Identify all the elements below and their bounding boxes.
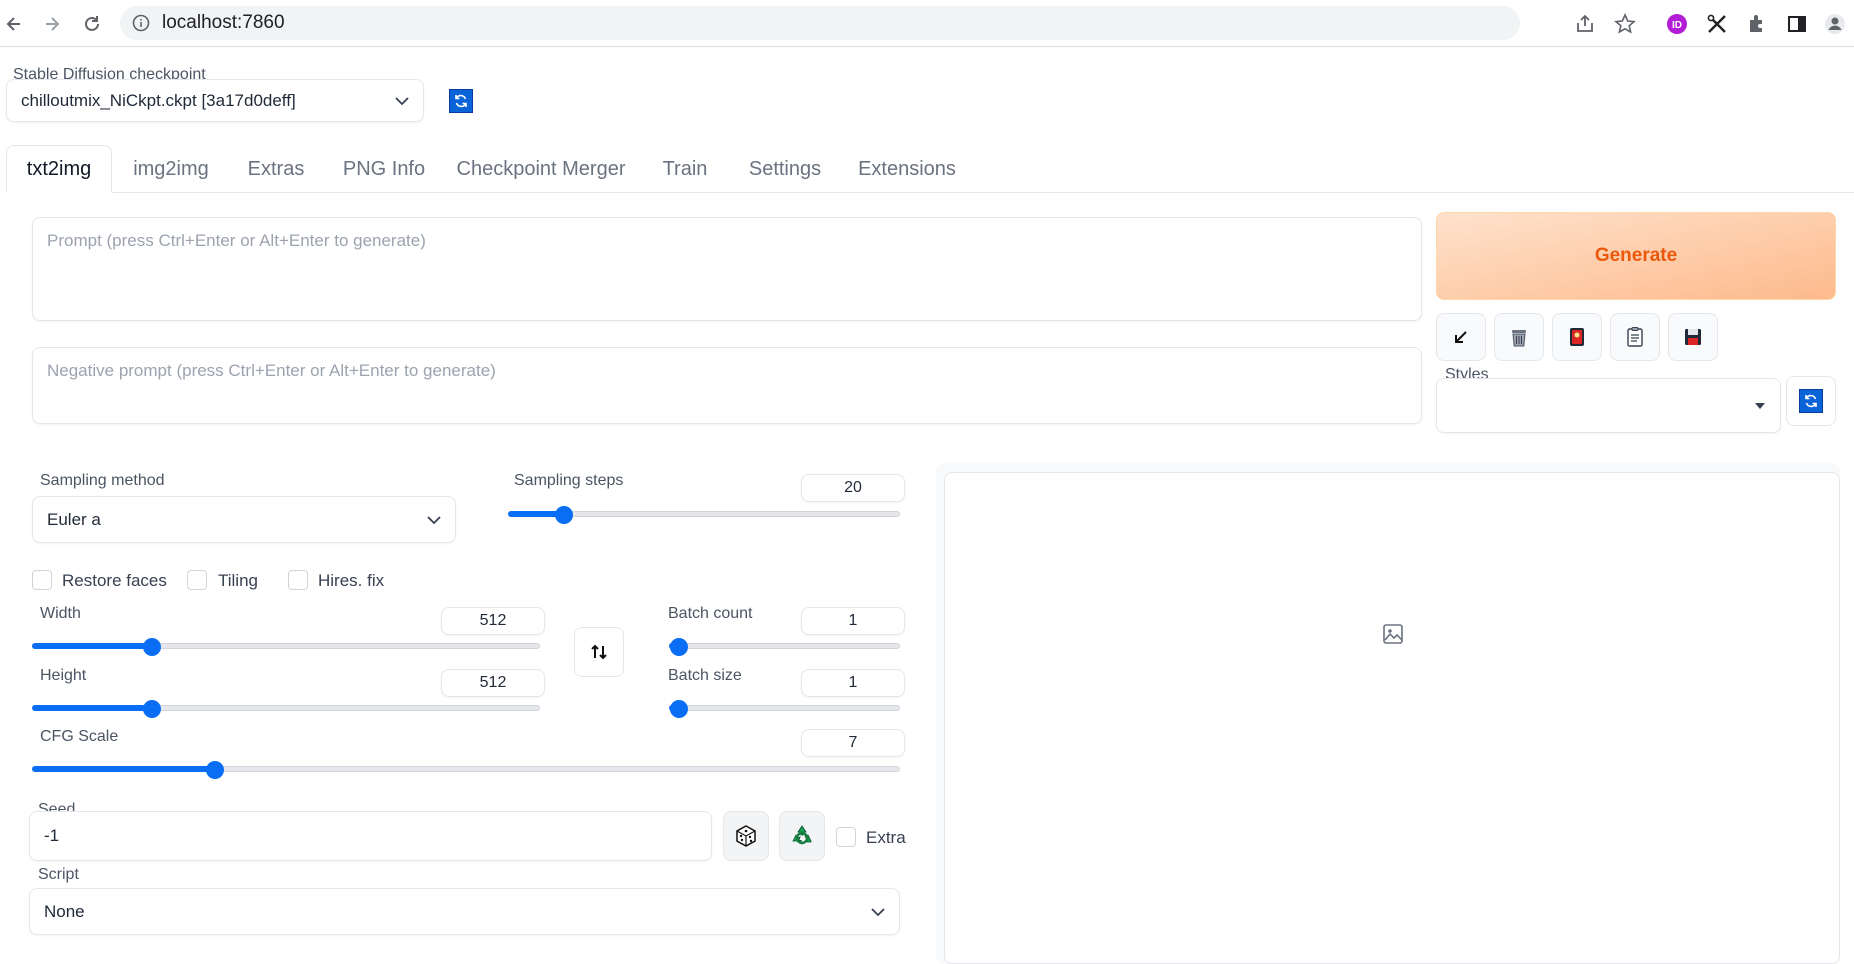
share-icon[interactable] (1572, 11, 1598, 37)
forward-icon[interactable] (38, 10, 66, 38)
chevron-down-icon (395, 96, 409, 105)
sampling-steps-slider[interactable] (508, 506, 900, 524)
profile-icon[interactable] (1822, 11, 1848, 37)
arrow-down-left-icon (1455, 331, 1467, 343)
negative-prompt-textarea[interactable]: Negative prompt (press Ctrl+Enter or Alt… (32, 347, 1422, 424)
swap-dimensions-button[interactable] (574, 627, 624, 677)
refresh-icon (455, 94, 467, 108)
scissors-icon[interactable] (1704, 11, 1730, 37)
generate-button[interactable]: Generate (1436, 212, 1836, 300)
slider-fill (32, 705, 152, 711)
seed-value: -1 (44, 826, 60, 845)
side-panel-icon[interactable] (1784, 11, 1810, 37)
hires-fix-label: Hires. fix (318, 571, 385, 590)
width-input[interactable]: 512 (441, 607, 545, 635)
url-text[interactable]: localhost:7860 (162, 12, 285, 34)
tab-extensions[interactable]: Extensions (852, 145, 962, 193)
slider-thumb[interactable] (143, 700, 162, 718)
prompt-textarea[interactable]: Prompt (press Ctrl+Enter or Alt+Enter to… (32, 217, 1422, 321)
tiling-checkbox[interactable] (187, 570, 207, 590)
slider-thumb[interactable] (143, 638, 162, 656)
clear-prompt-button[interactable] (1494, 313, 1544, 361)
tiling-label: Tiling (218, 571, 258, 590)
seed-input[interactable]: -1 (29, 811, 712, 861)
height-label: Height (40, 667, 87, 684)
script-dropdown[interactable]: None (29, 888, 900, 935)
height-slider[interactable] (32, 700, 540, 718)
apply-style-button[interactable] (1610, 313, 1660, 361)
back-icon[interactable] (0, 10, 28, 38)
batch-size-slider[interactable] (669, 700, 900, 718)
batch-size-label: Batch size (668, 667, 742, 684)
recycle-icon (792, 825, 812, 845)
checkpoint-value: chilloutmix_NiCkpt.ckpt [3a17d0deff] (21, 90, 296, 110)
tab-settings[interactable]: Settings (740, 145, 830, 193)
refresh-checkpoint-button[interactable] (449, 89, 473, 113)
show-extra-networks-button[interactable] (1552, 313, 1602, 361)
random-seed-button[interactable] (723, 811, 769, 861)
address-bar[interactable] (120, 6, 1520, 40)
image-placeholder-icon (1383, 624, 1403, 644)
info-icon[interactable] (132, 14, 150, 37)
save-style-button[interactable] (1668, 313, 1718, 361)
extra-seed-label: Extra (866, 828, 906, 847)
swap-arrows-icon (591, 644, 607, 660)
tab-checkpoint-merger[interactable]: Checkpoint Merger (452, 145, 630, 193)
width-label: Width (40, 605, 81, 622)
restore-faces-checkbox[interactable] (32, 570, 52, 590)
cfg-scale-slider[interactable] (32, 761, 900, 779)
reload-icon[interactable] (78, 10, 106, 38)
extension-purple-icon[interactable]: ID (1664, 11, 1690, 37)
reuse-seed-button[interactable] (779, 811, 825, 861)
batch-count-input[interactable]: 1 (801, 607, 905, 635)
refresh-styles-button[interactable] (1786, 376, 1836, 426)
chevron-down-icon (871, 907, 885, 916)
cfg-scale-input[interactable]: 7 (801, 729, 905, 757)
red-card-icon (1570, 328, 1584, 346)
sampling-steps-input[interactable]: 20 (801, 474, 905, 502)
slider-thumb[interactable] (670, 638, 688, 656)
output-image-area (944, 472, 1840, 964)
hires-fix-checkbox[interactable] (288, 570, 308, 590)
tab-img2img[interactable]: img2img (118, 145, 224, 193)
script-value: None (44, 901, 85, 921)
slider-thumb[interactable] (554, 506, 573, 524)
sampling-method-dropdown[interactable]: Euler a (32, 496, 456, 543)
floppy-disk-icon (1685, 329, 1701, 345)
batch-count-slider[interactable] (669, 638, 900, 656)
restore-faces-label: Restore faces (62, 571, 167, 590)
slider-fill (32, 643, 152, 649)
svg-text:ID: ID (1672, 20, 1682, 31)
styles-dropdown[interactable] (1436, 378, 1781, 433)
extra-seed-checkbox[interactable] (836, 827, 856, 847)
height-input[interactable]: 512 (441, 669, 545, 697)
slider-fill (32, 766, 215, 772)
cfg-scale-label: CFG Scale (40, 728, 119, 745)
puzzle-icon[interactable] (1744, 11, 1770, 37)
dice-icon (736, 825, 756, 847)
slider-thumb[interactable] (206, 761, 225, 779)
trash-icon (1512, 330, 1526, 347)
sampling-method-label: Sampling method (40, 472, 165, 489)
tab-txt2img[interactable]: txt2img (6, 145, 112, 193)
batch-size-input[interactable]: 1 (801, 669, 905, 697)
chevron-down-icon (427, 515, 441, 524)
caret-down-icon (1755, 402, 1765, 409)
batch-count-label: Batch count (668, 605, 753, 622)
tab-extras[interactable]: Extras (236, 145, 316, 193)
checkpoint-dropdown[interactable]: chilloutmix_NiCkpt.ckpt [3a17d0deff] (6, 79, 424, 122)
browser-toolbar: localhost:7860 ID (0, 0, 1854, 47)
clipboard-icon (1627, 327, 1643, 347)
sampling-steps-label: Sampling steps (514, 472, 624, 489)
slider-thumb[interactable] (670, 700, 688, 718)
script-label: Script (38, 866, 79, 883)
tab-train[interactable]: Train (650, 145, 720, 193)
sampling-method-value: Euler a (47, 509, 101, 529)
star-icon[interactable] (1612, 11, 1638, 37)
refresh-icon (1799, 389, 1823, 413)
tab-png-info[interactable]: PNG Info (334, 145, 434, 193)
width-slider[interactable] (32, 638, 540, 656)
read-params-button[interactable] (1436, 313, 1486, 361)
